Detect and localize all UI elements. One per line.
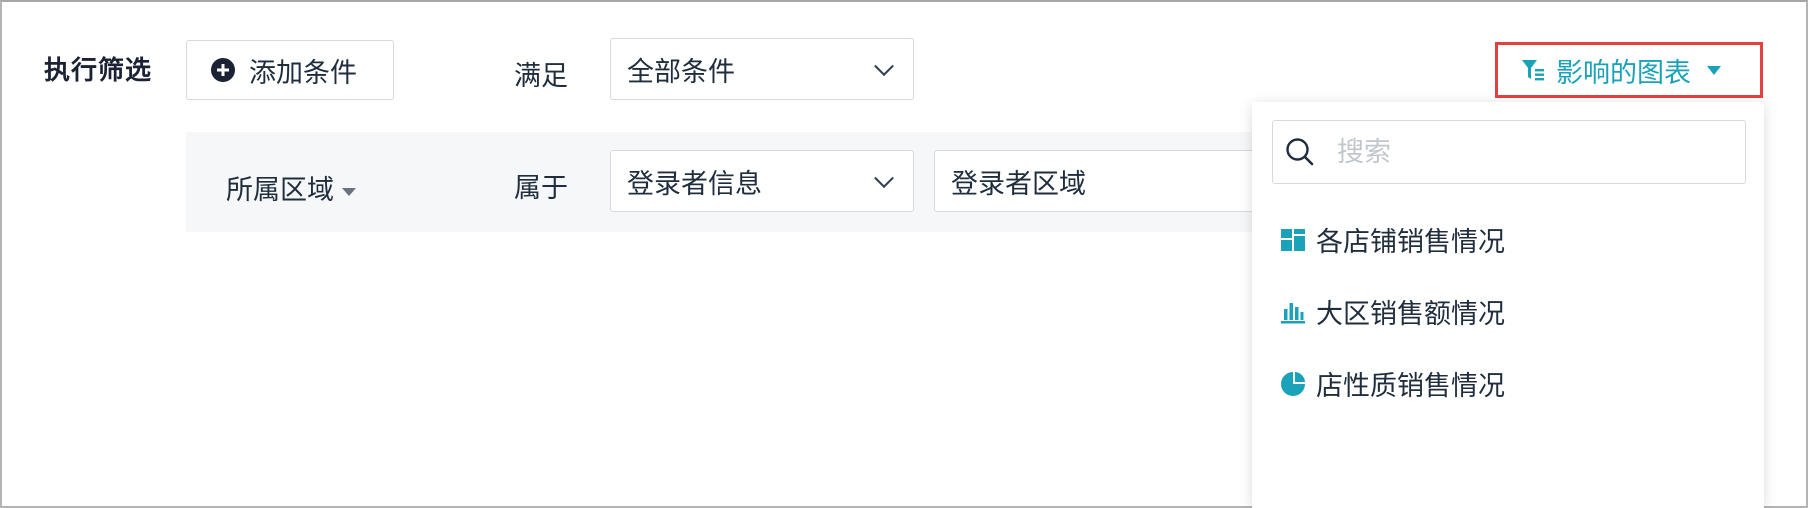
search-input[interactable] [1337, 136, 1717, 168]
affected-charts-label: 影响的图表 [1556, 57, 1691, 89]
search-icon [1285, 137, 1315, 167]
search-box [1272, 120, 1746, 184]
value-text: 登录者区域 [951, 168, 1086, 200]
operator-label: 属于 [514, 173, 568, 204]
add-condition-button[interactable]: 添加条件 [186, 40, 394, 100]
chart-item-label: 各店铺销售情况 [1316, 227, 1505, 258]
chart-item-label: 大区销售额情况 [1316, 299, 1505, 330]
caret-down-icon [342, 187, 356, 196]
source-select[interactable]: 登录者信息 [610, 150, 914, 212]
chevron-down-icon [874, 168, 894, 189]
match-mode-value: 全部条件 [627, 56, 735, 88]
filter-icon [1520, 57, 1546, 83]
pie-chart-icon [1280, 371, 1306, 397]
chevron-down-icon [874, 56, 894, 77]
match-mode-select[interactable]: 全部条件 [610, 38, 914, 100]
source-value: 登录者信息 [627, 168, 762, 200]
add-condition-label: 添加条件 [249, 57, 357, 89]
caret-down-icon [1707, 65, 1721, 75]
bar-chart-icon [1280, 299, 1306, 325]
satisfy-label: 满足 [514, 61, 568, 92]
chart-item-region-sales[interactable]: 大区销售额情况 [1280, 292, 1505, 331]
execute-filter-label: 执行筛选 [44, 56, 153, 86]
chart-item-store-type-sales[interactable]: 店性质销售情况 [1280, 364, 1505, 403]
value-select[interactable]: 登录者区域 [934, 150, 1274, 212]
chart-item-store-sales[interactable]: 各店铺销售情况 [1280, 220, 1505, 259]
chart-item-label: 店性质销售情况 [1316, 371, 1505, 402]
field-select[interactable]: 所属区域 [226, 168, 356, 207]
plus-circle-icon [211, 58, 235, 82]
affected-charts-dropdown: 各店铺销售情况 大区销售额情况 店性质销售情况 [1252, 102, 1764, 508]
affected-charts-button[interactable]: 影响的图表 [1495, 42, 1763, 98]
dashboard-icon [1280, 227, 1306, 253]
field-label: 所属区域 [226, 175, 334, 206]
